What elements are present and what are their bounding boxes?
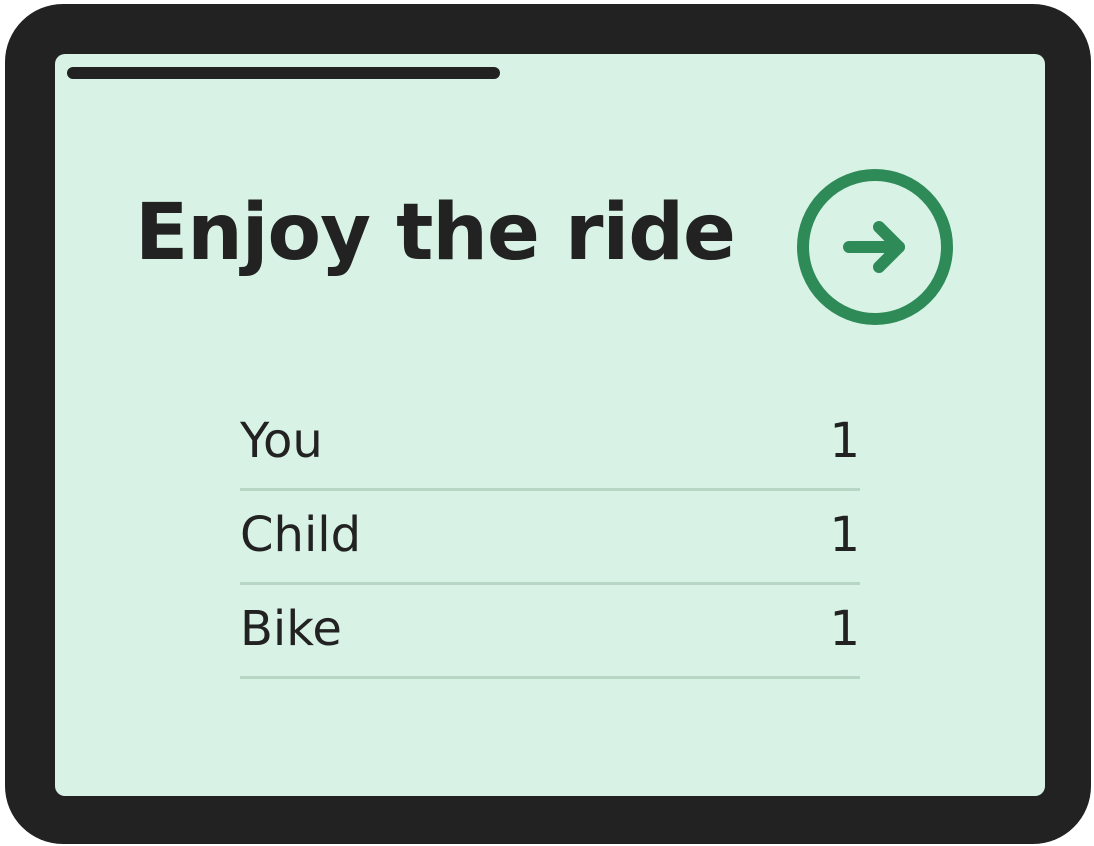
arrow-right-circle-icon (797, 169, 953, 325)
ticket-count: 1 (829, 507, 860, 563)
device-frame: Enjoy the ride You 1 Child 1 Bike 1 (5, 4, 1091, 844)
page-title: Enjoy the ride (135, 188, 736, 278)
ticket-label: Bike (240, 601, 342, 657)
ticket-count: 1 (829, 413, 860, 469)
ticket-label: You (240, 413, 323, 469)
ticket-row-you: You 1 (240, 397, 860, 491)
ticket-label: Child (240, 507, 362, 563)
ticket-row-child: Child 1 (240, 491, 860, 585)
ticket-row-bike: Bike 1 (240, 585, 860, 679)
screen: Enjoy the ride You 1 Child 1 Bike 1 (55, 54, 1045, 796)
progress-bar (67, 67, 723, 79)
ticket-count: 1 (829, 601, 860, 657)
progress-bar-fill (67, 67, 500, 79)
ticket-list: You 1 Child 1 Bike 1 (240, 397, 860, 679)
next-button[interactable] (795, 167, 955, 327)
